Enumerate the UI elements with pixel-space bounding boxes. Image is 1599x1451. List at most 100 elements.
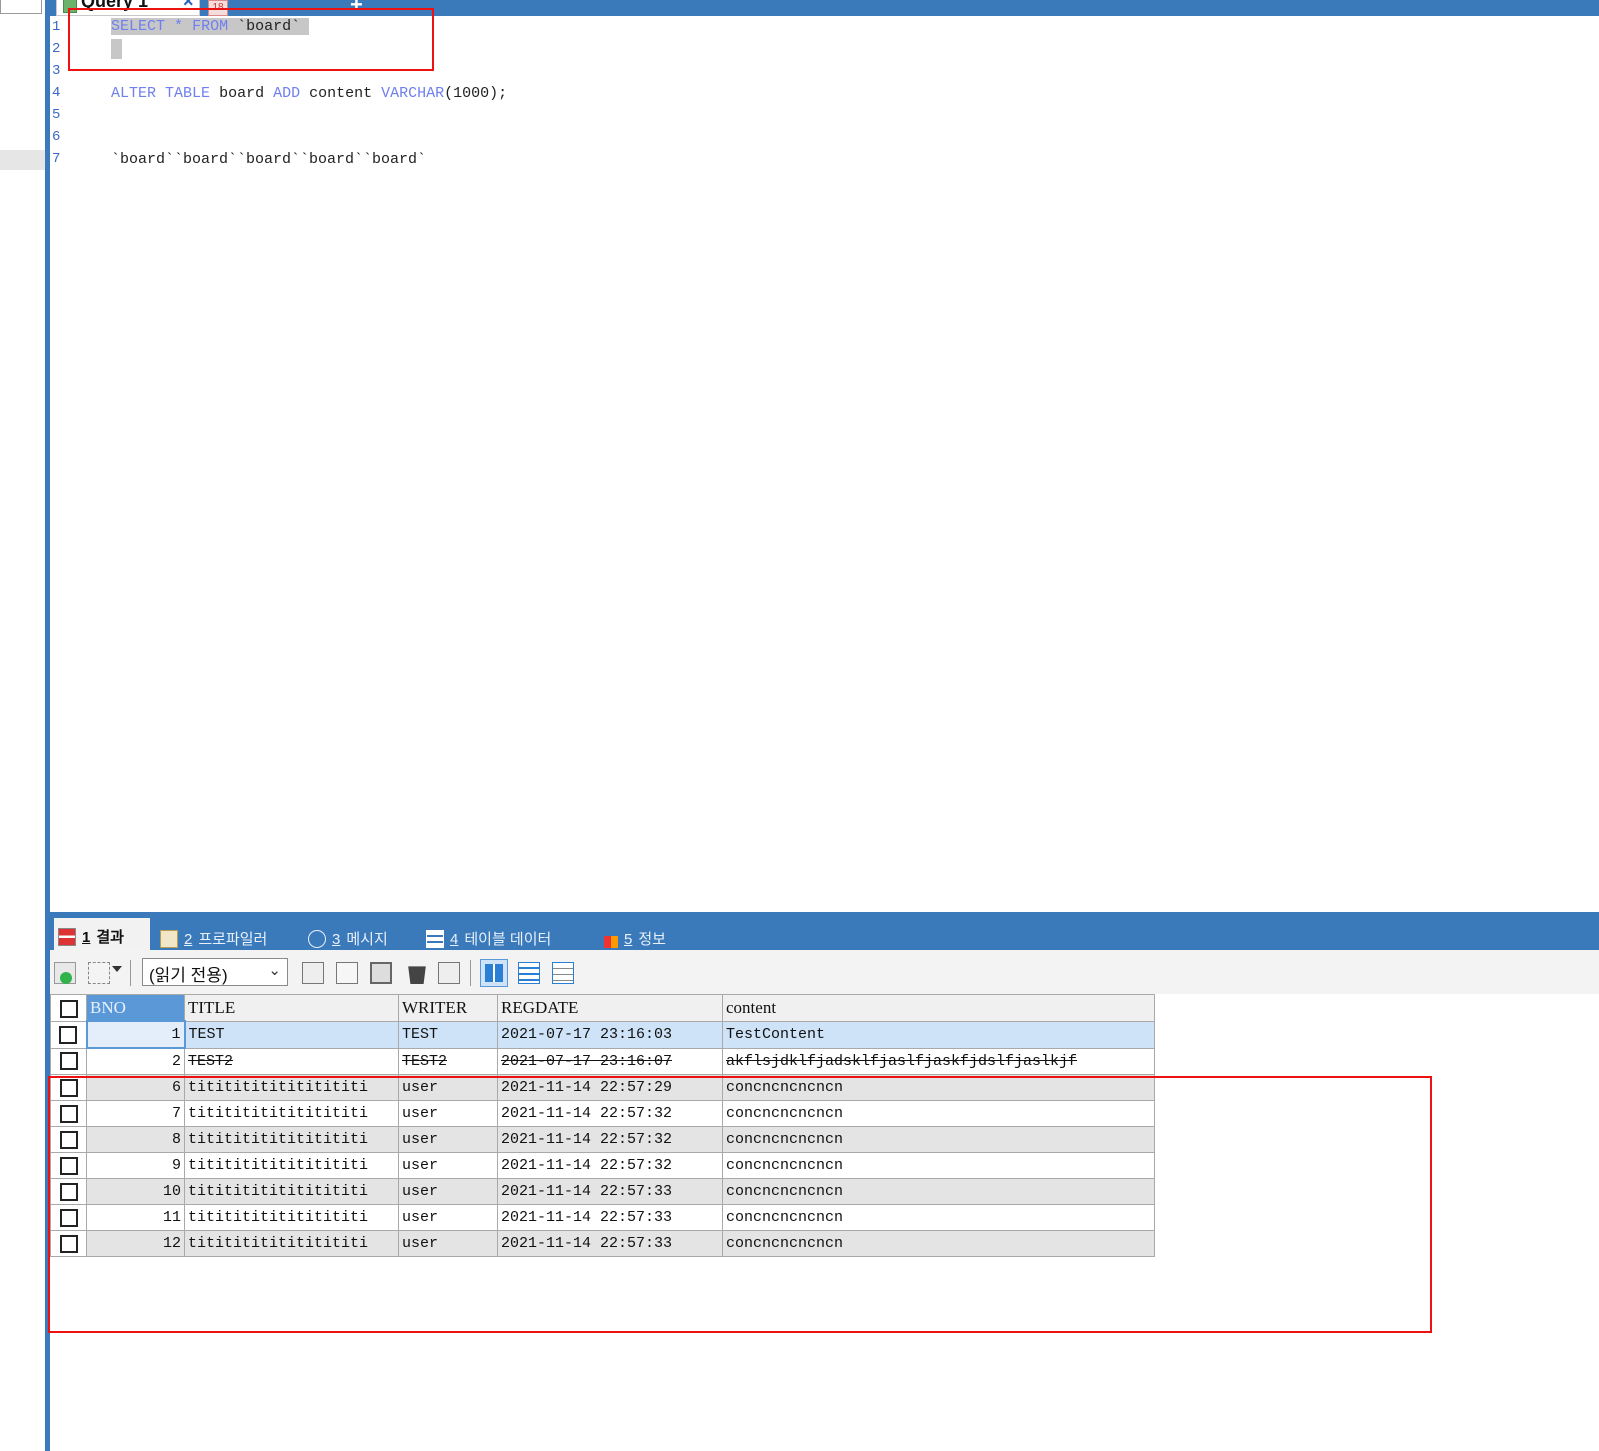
- cell-writer[interactable]: TEST: [398, 1020, 498, 1049]
- cell-writer[interactable]: user: [398, 1230, 498, 1257]
- column-header[interactable]: TITLE: [184, 994, 399, 1022]
- tab-table-data-label: 테이블 데이터: [464, 931, 552, 948]
- cell-writer[interactable]: user: [398, 1100, 498, 1127]
- cell-regdate[interactable]: 2021-11-14 22:57:33: [497, 1204, 723, 1231]
- add-tab-button[interactable]: +: [350, 0, 363, 16]
- table-row[interactable]: 2 TEST2 TEST2 2021-07-17 23:16:07 akflsj…: [50, 1047, 1155, 1075]
- cell-regdate[interactable]: 2021-11-14 22:57:33: [497, 1178, 723, 1205]
- object-browser-selected-row[interactable]: [0, 150, 45, 170]
- cell-title[interactable]: titititititititititi: [184, 1126, 399, 1153]
- cell-title[interactable]: titititititititititi: [184, 1152, 399, 1179]
- checkbox[interactable]: [59, 1208, 78, 1227]
- row-checkbox-cell[interactable]: [50, 1074, 87, 1101]
- cell-content[interactable]: concncncncncn: [722, 1074, 1155, 1101]
- checkbox[interactable]: [59, 1078, 78, 1097]
- cell-title[interactable]: titititititititititi: [184, 1178, 399, 1205]
- row-checkbox-cell[interactable]: [50, 1204, 87, 1231]
- checkbox[interactable]: [59, 1025, 78, 1044]
- cell-regdate[interactable]: 2021-07-17 23:16:07: [497, 1047, 723, 1075]
- column-header[interactable]: REGDATE: [497, 994, 723, 1022]
- column-header[interactable]: BNO: [86, 994, 185, 1022]
- save-icon[interactable]: [370, 962, 392, 984]
- table-row[interactable]: 12 titititititititititi user 2021-11-14 …: [50, 1230, 1155, 1257]
- table-row[interactable]: 11 titititititititititi user 2021-11-14 …: [50, 1204, 1155, 1231]
- cell-content[interactable]: concncncncncn: [722, 1126, 1155, 1153]
- cell-content[interactable]: concncncncncn: [722, 1178, 1155, 1205]
- cell-bno[interactable]: 7: [86, 1100, 185, 1127]
- row-checkbox-cell[interactable]: [50, 1178, 87, 1205]
- cell-bno[interactable]: 12: [86, 1230, 185, 1257]
- checkbox[interactable]: [59, 1234, 78, 1253]
- cell-writer[interactable]: user: [398, 1204, 498, 1231]
- checkbox[interactable]: [59, 1182, 78, 1201]
- row-checkbox-cell[interactable]: [50, 1152, 87, 1179]
- cell-bno[interactable]: 2: [86, 1047, 185, 1075]
- cell-regdate[interactable]: 2021-11-14 22:57:32: [497, 1126, 723, 1153]
- cell-title[interactable]: titititititititititi: [184, 1204, 399, 1231]
- text-view-icon[interactable]: [552, 962, 574, 984]
- checkbox[interactable]: [59, 1156, 78, 1175]
- cell-bno[interactable]: 11: [86, 1204, 185, 1231]
- cell-title[interactable]: titititititititititi: [184, 1230, 399, 1257]
- checkbox[interactable]: [59, 1052, 78, 1071]
- row-checkbox-cell[interactable]: [50, 1126, 87, 1153]
- row-checkbox-cell[interactable]: [50, 1020, 87, 1049]
- row-checkbox-cell[interactable]: [50, 1047, 87, 1075]
- cell-writer[interactable]: user: [398, 1178, 498, 1205]
- cell-content[interactable]: concncncncncn: [722, 1204, 1155, 1231]
- close-icon[interactable]: ×: [183, 0, 194, 12]
- code-line-4: ALTER TABLE board ADD content VARCHAR(10…: [111, 85, 507, 102]
- cell-regdate[interactable]: 2021-11-14 22:57:29: [497, 1074, 723, 1101]
- column-header[interactable]: WRITER: [398, 994, 498, 1022]
- result-grid[interactable]: BNO TITLE WRITER REGDATE content 1 TEST …: [50, 994, 1155, 1257]
- table-row[interactable]: 8 titititititititititi user 2021-11-14 2…: [50, 1126, 1155, 1153]
- checkbox[interactable]: [59, 999, 78, 1018]
- cell-bno[interactable]: 6: [86, 1074, 185, 1101]
- delete-icon[interactable]: [408, 966, 426, 984]
- cell-content[interactable]: concncncncncn: [722, 1152, 1155, 1179]
- cell-writer[interactable]: user: [398, 1152, 498, 1179]
- table-row[interactable]: 7 titititititititititi user 2021-11-14 2…: [50, 1100, 1155, 1127]
- form-view-icon[interactable]: [518, 962, 540, 984]
- cell-regdate[interactable]: 2021-11-14 22:57:32: [497, 1152, 723, 1179]
- chevron-down-icon[interactable]: [112, 966, 122, 972]
- cell-bno[interactable]: 1: [85, 1020, 186, 1049]
- cell-writer[interactable]: user: [398, 1126, 498, 1153]
- cell-bno[interactable]: 8: [86, 1126, 185, 1153]
- table-row[interactable]: 1 TEST TEST 2021-07-17 23:16:03 TestCont…: [50, 1020, 1155, 1049]
- cell-bno[interactable]: 9: [86, 1152, 185, 1179]
- row-checkbox-cell[interactable]: [50, 1100, 87, 1127]
- cell-regdate[interactable]: 2021-07-17 23:16:03: [497, 1020, 723, 1049]
- checkbox[interactable]: [59, 1104, 78, 1123]
- export-icon[interactable]: [88, 962, 110, 984]
- cell-content[interactable]: TestContent: [722, 1020, 1155, 1049]
- cell-regdate[interactable]: 2021-11-14 22:57:32: [497, 1100, 723, 1127]
- cancel-changes-icon[interactable]: [438, 962, 460, 984]
- cell-title[interactable]: TEST: [184, 1020, 399, 1049]
- cell-writer[interactable]: TEST2: [398, 1047, 498, 1075]
- cell-title[interactable]: TEST2: [184, 1047, 399, 1075]
- insert-row-icon[interactable]: [302, 962, 324, 984]
- readonly-select[interactable]: (읽기 전용) ⌄: [142, 958, 288, 986]
- duplicate-row-icon[interactable]: [336, 962, 358, 984]
- tab-result[interactable]: 1 결과: [54, 918, 150, 950]
- cell-writer[interactable]: user: [398, 1074, 498, 1101]
- tab-history[interactable]: 18: [206, 0, 336, 16]
- cell-title[interactable]: titititititititititi: [184, 1074, 399, 1101]
- table-row[interactable]: 6 titititititititititi user 2021-11-14 2…: [50, 1074, 1155, 1101]
- select-all-checkbox[interactable]: [50, 994, 87, 1022]
- tab-result-number: 1: [82, 929, 91, 946]
- tab-query-1[interactable]: Query 1 ×: [56, 0, 200, 16]
- table-row[interactable]: 9 titititititititititi user 2021-11-14 2…: [50, 1152, 1155, 1179]
- sql-editor[interactable]: 1 2 3 4 5 6 7 SELECT * FROM `board` ALTE…: [50, 16, 1599, 912]
- cell-bno[interactable]: 10: [86, 1178, 185, 1205]
- table-row[interactable]: 10 titititititititititi user 2021-11-14 …: [50, 1178, 1155, 1205]
- cell-content[interactable]: akflsjdklfjadsklfjaslfjaskfjdslfjaslkjf: [722, 1047, 1155, 1075]
- column-header[interactable]: content: [722, 994, 1155, 1022]
- cell-content[interactable]: concncncncncn: [722, 1100, 1155, 1127]
- row-checkbox-cell[interactable]: [50, 1230, 87, 1257]
- cell-regdate[interactable]: 2021-11-14 22:57:33: [497, 1230, 723, 1257]
- checkbox[interactable]: [59, 1130, 78, 1149]
- cell-title[interactable]: titititititititititi: [184, 1100, 399, 1127]
- cell-content[interactable]: concncncncncn: [722, 1230, 1155, 1257]
